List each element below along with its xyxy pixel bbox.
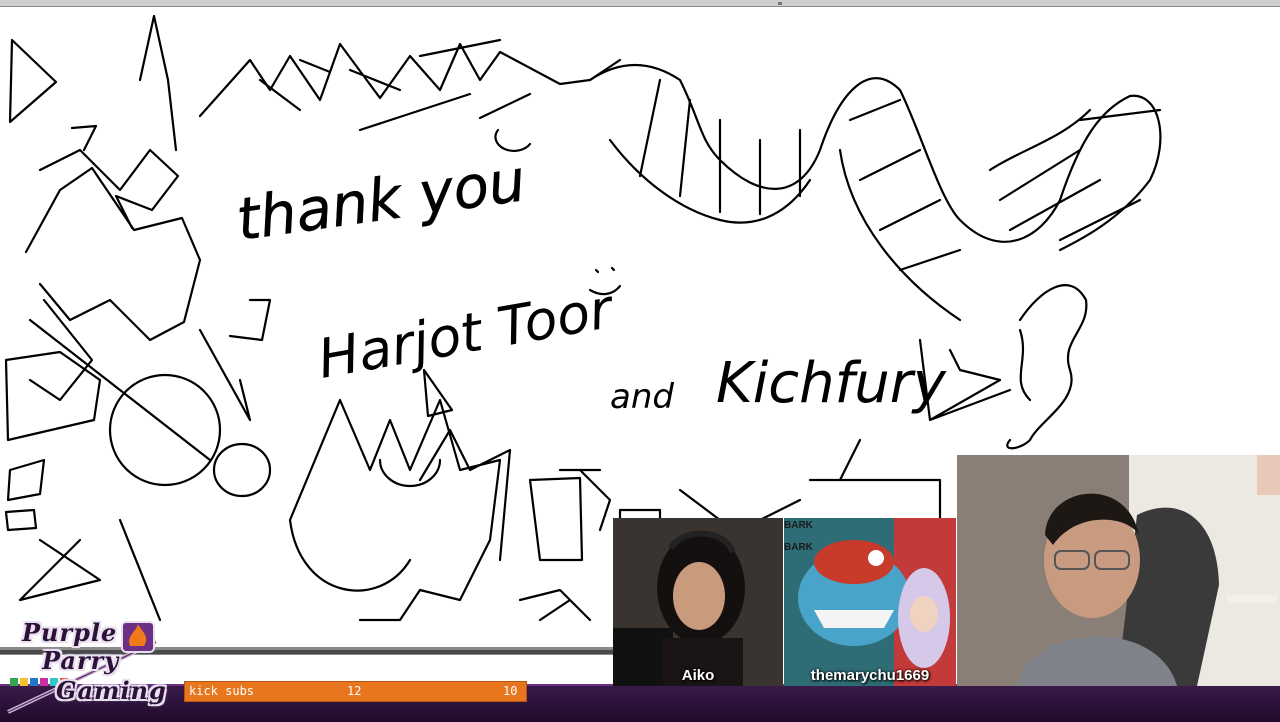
- purple-parry-logo: Purple Parry Gaming: [6, 618, 166, 714]
- scribble-triangle: [8, 38, 58, 124]
- scribble-ribbon: [588, 64, 1162, 252]
- canvas-text-kichfury: Kichfury: [716, 351, 947, 416]
- scribble-spike: [138, 14, 178, 152]
- webcam-main-streamer: [957, 455, 1280, 686]
- window-handle[interactable]: [778, 2, 782, 5]
- webcam-aiko: Aiko: [613, 518, 783, 686]
- kick-subs-goal-bar: kick subs 12 10: [184, 681, 527, 702]
- canvas-text-harjot: Harjot Toor: [313, 277, 619, 391]
- logo-word-3: Gaming: [56, 676, 167, 705]
- logo-word-1: Purple: [22, 618, 118, 647]
- webcam-themarychu: BARK BARK themarychu1669: [784, 518, 956, 686]
- webcam-main-video: [957, 455, 1280, 686]
- sub-goal-current: 12: [347, 684, 362, 698]
- webcam-aiko-name: Aiko: [681, 667, 715, 684]
- sub-goal-label: kick subs: [189, 684, 255, 698]
- canvas-text-and: and: [610, 377, 674, 417]
- bark-text-2: BARK: [784, 542, 813, 553]
- scribble-wave-right: [1006, 284, 1088, 450]
- bark-text-1: BARK: [784, 520, 813, 531]
- logo-word-2: Parry: [42, 646, 120, 675]
- scribble-circle-left: [108, 373, 222, 487]
- scribble-circle-small: [212, 442, 272, 498]
- scribble-mountains: [198, 38, 622, 152]
- webcam-aiko-video: [613, 518, 783, 686]
- scribble-lines-left: [18, 298, 272, 622]
- webcam-mary-name: themarychu1669: [810, 667, 930, 684]
- scribble-ribbon-edge: [608, 78, 1162, 322]
- window-top-bar: [0, 0, 1280, 7]
- canvas-text-thank-you: thank you: [232, 146, 529, 254]
- scribble-triangle-small: [422, 368, 454, 418]
- scribble-boxes-left: [4, 350, 102, 532]
- sub-goal-target: 10: [503, 684, 518, 698]
- scribble-tangle: [24, 124, 202, 402]
